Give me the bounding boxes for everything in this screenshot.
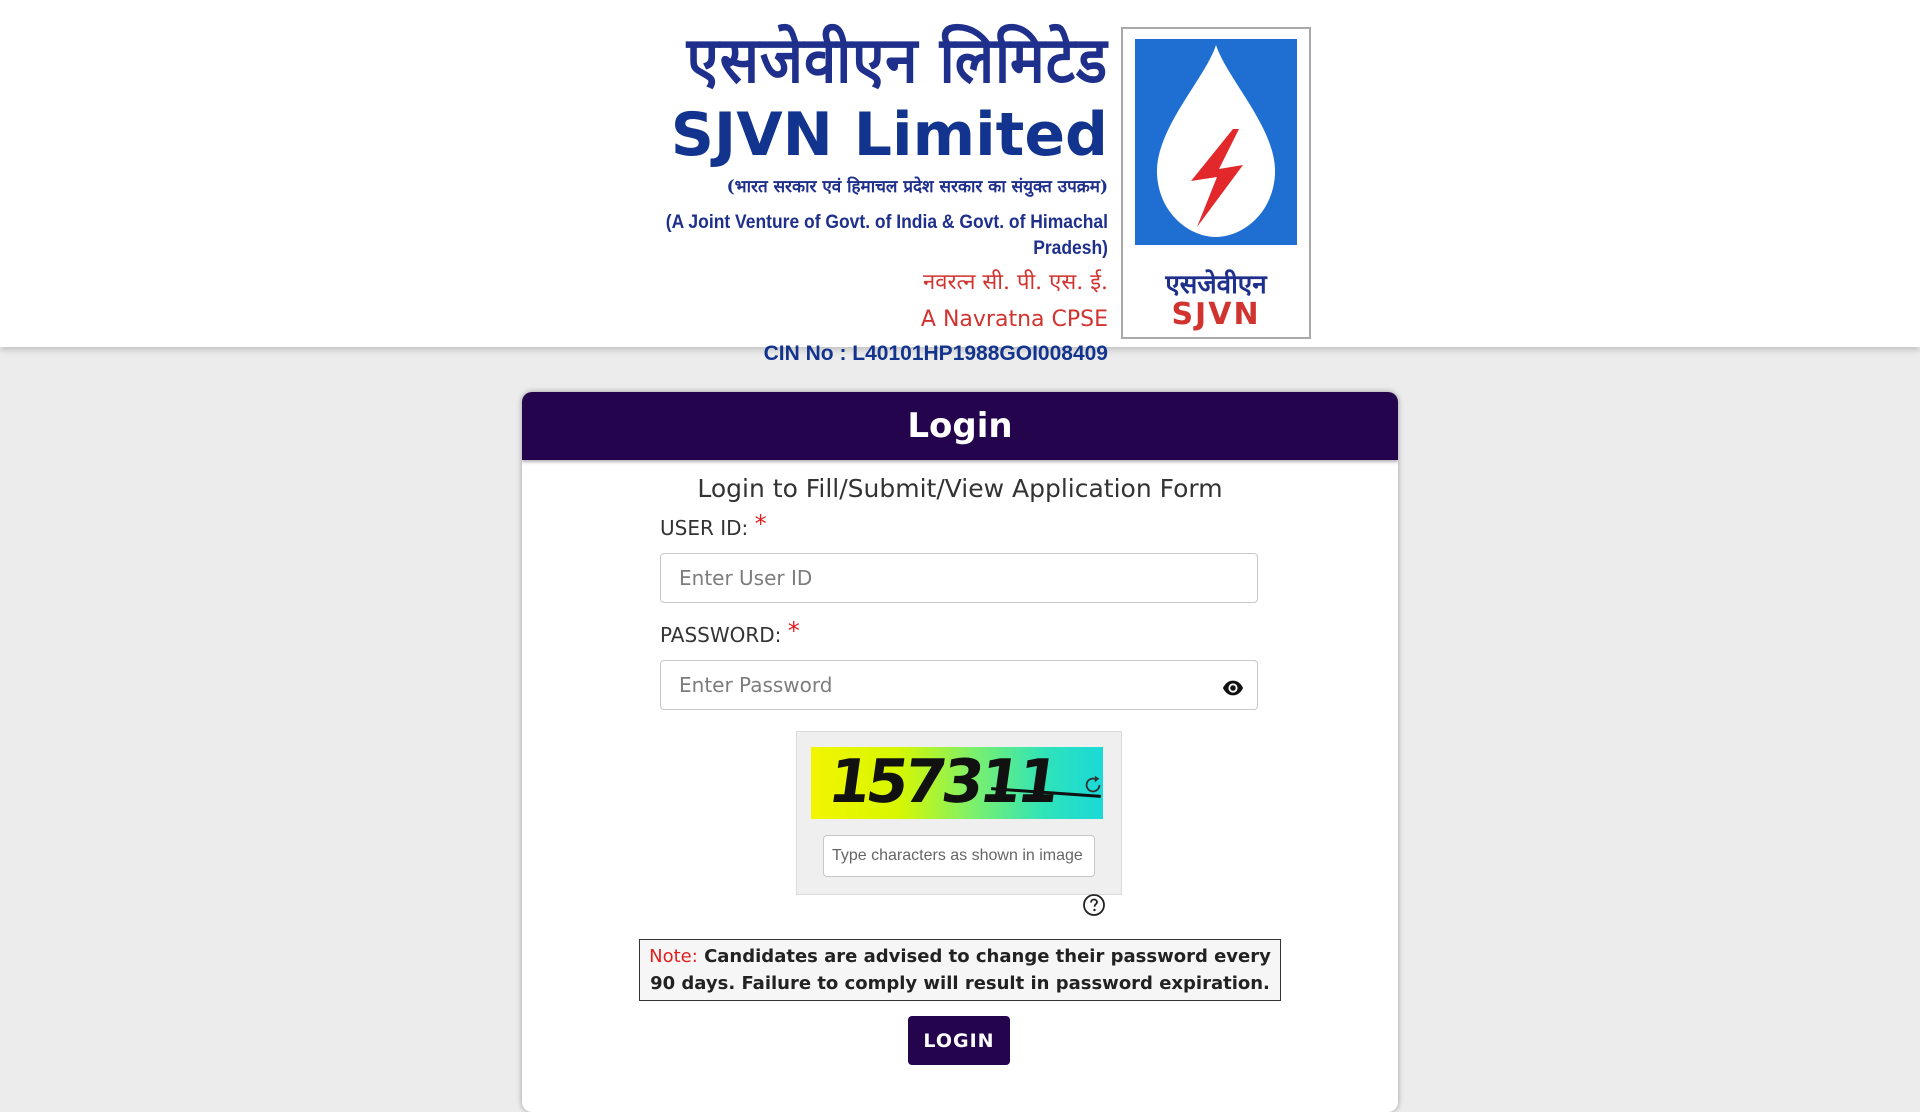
- sjvn-logo-icon: [1156, 45, 1276, 237]
- help-icon[interactable]: [1082, 893, 1106, 917]
- login-subtitle: Login to Fill/Submit/View Application Fo…: [697, 474, 1223, 503]
- cin-number: CIN No : L40101HP1988GOI008409: [763, 342, 1108, 365]
- password-input[interactable]: [660, 660, 1258, 710]
- navratna-english: A Navratna CPSE: [920, 307, 1108, 332]
- site-header: एसजेवीएन लिमिटेड SJVN Limited (भारत सरका…: [0, 0, 1920, 365]
- captcha-image: 157311: [811, 747, 1103, 819]
- logo-blue-panel: [1135, 39, 1297, 245]
- captcha-text: 157311: [824, 747, 1061, 817]
- captcha-input[interactable]: [823, 835, 1095, 877]
- login-title: Login: [522, 392, 1398, 460]
- password-label: PASSWORD: *: [660, 617, 800, 651]
- login-card: Login Login to Fill/Submit/View Applicat…: [522, 392, 1398, 1112]
- note-label: Note:: [649, 946, 698, 967]
- user-id-label: USER ID: *: [660, 510, 767, 544]
- password-label-text: PASSWORD:: [660, 623, 782, 647]
- navratna-hindi: नवरत्न सी. पी. एस. ई.: [923, 270, 1108, 295]
- sjvn-logo-badge: एसजेवीएन SJVN: [1121, 27, 1311, 339]
- required-marker: *: [787, 617, 800, 645]
- password-expiry-note: Note: Candidates are advised to change t…: [639, 939, 1281, 1001]
- captcha-panel: 157311: [796, 731, 1122, 895]
- user-id-label-text: USER ID:: [660, 516, 749, 540]
- company-logo-text: एसजेवीएन लिमिटेड SJVN Limited (भारत सरका…: [548, 20, 1108, 368]
- note-text: Candidates are advised to change their p…: [650, 946, 1271, 994]
- login-button[interactable]: LOGIN: [908, 1016, 1010, 1065]
- badge-hindi-text: एसजेवीएन: [1165, 270, 1267, 300]
- required-marker: *: [754, 510, 767, 538]
- refresh-icon[interactable]: [1082, 774, 1104, 796]
- badge-english-text: SJVN: [1171, 297, 1261, 332]
- company-english-subtitle: (A Joint Venture of Govt. of India & Gov…: [665, 212, 1108, 259]
- company-hindi-subtitle: (भारत सरकार एवं हिमाचल प्रदेश सरकार का स…: [726, 177, 1108, 197]
- user-id-input[interactable]: [660, 553, 1258, 603]
- company-hindi-name: एसजेवीएन लिमिटेड: [686, 22, 1108, 98]
- eye-icon[interactable]: [1222, 677, 1244, 699]
- company-english-name: SJVN Limited: [670, 100, 1108, 170]
